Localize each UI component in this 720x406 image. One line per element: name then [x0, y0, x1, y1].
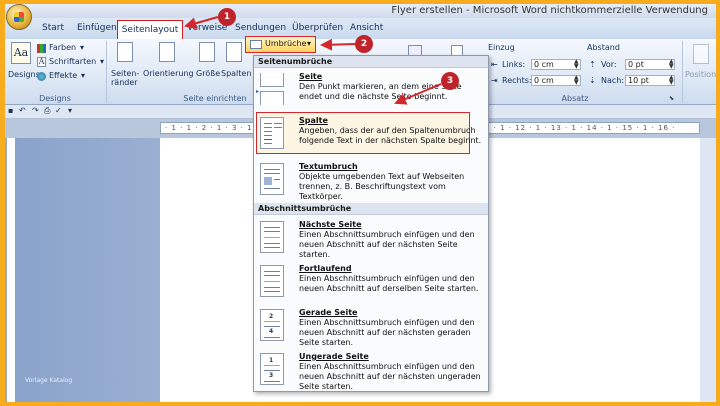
annotation-arrows	[184, 16, 442, 105]
arrow-to-umbrueche	[320, 38, 356, 51]
annotation-badge-2: 2	[355, 35, 373, 53]
arrow-to-tab	[184, 16, 219, 30]
arrow-to-spalte	[394, 83, 442, 105]
annotation-badge-3: 3	[441, 72, 459, 90]
annotation-badge-1: 1	[218, 8, 236, 26]
